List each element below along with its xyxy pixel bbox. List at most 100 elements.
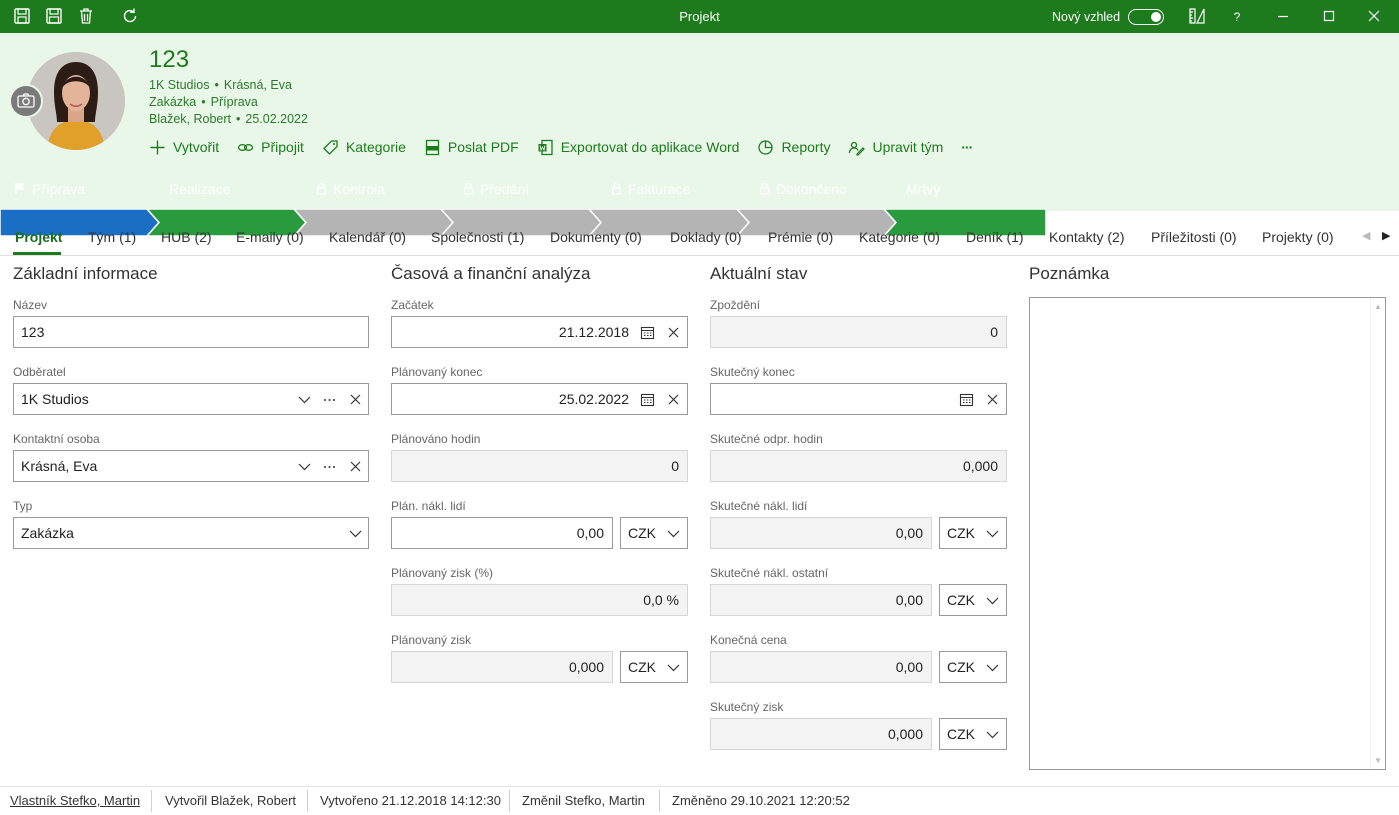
footer-divider: [307, 790, 308, 812]
tab-scroll-left-icon[interactable]: ◀: [1362, 229, 1370, 242]
tab-emaily[interactable]: E-maily (0): [236, 229, 304, 245]
connect-button[interactable]: Připojit: [237, 139, 304, 156]
help-button[interactable]: ?: [1226, 6, 1248, 28]
stage-2[interactable]: Realizace: [169, 176, 230, 203]
save-icon[interactable]: [45, 7, 63, 25]
stage-7[interactable]: Mrtvý: [906, 176, 940, 203]
chevron-down-icon[interactable]: [297, 392, 312, 407]
tab-spolecnosti[interactable]: Společnosti (1): [431, 229, 524, 245]
planned-profit-pct-value: 0,0 %: [643, 592, 679, 608]
bullet-separator: •: [235, 112, 241, 126]
type-select[interactable]: Zakázka: [13, 517, 369, 549]
tab-scroll-right-icon[interactable]: ▶: [1382, 229, 1390, 242]
note-textarea[interactable]: ▲ ▼: [1029, 297, 1386, 770]
tab-hub[interactable]: HUB (2): [161, 229, 212, 245]
close-icon[interactable]: [1365, 7, 1383, 25]
planned-cost-field[interactable]: 0,00: [391, 517, 613, 549]
note-scrollbar[interactable]: ▲ ▼: [1370, 298, 1385, 769]
actual-cost-people-field: 0,00: [710, 517, 932, 549]
more-icon[interactable]: [322, 459, 337, 474]
create-button[interactable]: Vytvořit: [149, 139, 219, 156]
actual-end-field[interactable]: [710, 383, 1007, 415]
chevron-down-icon: [986, 664, 999, 672]
scroll-down-icon[interactable]: ▼: [1374, 756, 1382, 765]
clear-icon[interactable]: [348, 459, 363, 474]
tab-projekty[interactable]: Projekty (0): [1262, 229, 1334, 245]
delete-icon[interactable]: [77, 7, 95, 25]
chevron-down-icon[interactable]: [348, 526, 363, 541]
calendar-icon[interactable]: [959, 392, 974, 407]
clear-icon[interactable]: [666, 325, 681, 340]
stage-1[interactable]: Příprava: [14, 176, 85, 203]
actual-profit-currency-select[interactable]: CZK: [939, 718, 1007, 750]
delay-value: 0: [990, 324, 998, 340]
calendar-icon[interactable]: [640, 325, 655, 340]
type-value: Zakázka: [21, 525, 74, 541]
customer-field[interactable]: 1K Studios: [13, 383, 369, 415]
actual-cost-other-value: 0,00: [895, 592, 923, 608]
name-field[interactable]: 123: [13, 316, 369, 348]
calendar-icon[interactable]: [640, 392, 655, 407]
footer-divider: [151, 790, 152, 812]
clear-icon[interactable]: [348, 392, 363, 407]
actual-end-label: Skutečný konec: [710, 365, 795, 379]
more-icon[interactable]: [322, 392, 337, 407]
tab-dokumenty[interactable]: Dokumenty (0): [550, 229, 642, 245]
clear-icon[interactable]: [666, 392, 681, 407]
stage-6[interactable]: Dokončeno: [759, 176, 847, 203]
new-look-toggle[interactable]: [1128, 9, 1164, 25]
reports-button[interactable]: Reporty: [757, 139, 830, 156]
planned-end-field[interactable]: 25.02.2022: [391, 383, 688, 415]
stage-label: Předání: [480, 181, 530, 197]
bullet-separator: •: [214, 78, 219, 92]
lock-icon: [316, 182, 327, 195]
lock-icon: [611, 182, 622, 195]
tab-premie[interactable]: Prémie (0): [768, 229, 833, 245]
refresh-icon[interactable]: [121, 7, 139, 25]
stage-4[interactable]: Předání: [463, 176, 529, 203]
scroll-up-icon[interactable]: ▲: [1374, 302, 1382, 311]
export-word-label: Exportovat do aplikace Word: [560, 139, 740, 155]
tab-kalendar[interactable]: Kalendář (0): [329, 229, 406, 245]
chevron-down-icon[interactable]: [297, 459, 312, 474]
tab-doklady[interactable]: Doklady (0): [670, 229, 742, 245]
export-word-button[interactable]: Exportovat do aplikace Word: [537, 139, 740, 156]
maximize-icon[interactable]: [1320, 7, 1338, 25]
save-close-icon[interactable]: [13, 7, 31, 25]
owner-link[interactable]: Vlastník Stefko, Martin: [10, 793, 140, 808]
final-price-currency-select[interactable]: CZK: [939, 651, 1007, 683]
change-photo-button[interactable]: [9, 84, 43, 118]
tab-denik[interactable]: Deník (1): [966, 229, 1024, 245]
category-button[interactable]: Kategorie: [322, 139, 406, 156]
tab-kategorie[interactable]: Kategorie (0): [859, 229, 940, 245]
minimize-icon[interactable]: [1274, 7, 1292, 25]
tab-prilezitosti[interactable]: Příležitosti (0): [1151, 229, 1237, 245]
title-bar: Projekt Nový vzhled ?: [0, 0, 1399, 33]
planned-hours-label: Plánováno hodin: [391, 432, 481, 446]
more-actions-button[interactable]: ···: [961, 139, 973, 155]
contact-field[interactable]: Krásná, Eva: [13, 450, 369, 482]
planned-profit-value: 0,000: [568, 659, 604, 675]
tab-tym[interactable]: Tým (1): [88, 229, 136, 245]
ruler-icon[interactable]: [1188, 7, 1206, 25]
planned-profit-currency: CZK: [628, 659, 656, 675]
stage-label: Dokončeno: [776, 181, 847, 197]
stage-5[interactable]: Fakturace: [611, 176, 690, 203]
actual-cost-other-currency-select[interactable]: CZK: [939, 584, 1007, 616]
clear-icon[interactable]: [985, 392, 1000, 407]
changed-by: Změnil Stefko, Martin: [522, 793, 645, 808]
start-date-field[interactable]: 21.12.2018: [391, 316, 688, 348]
edit-team-button[interactable]: Upravit tým: [848, 139, 943, 156]
tab-kontakty[interactable]: Kontakty (2): [1049, 229, 1124, 245]
chevron-down-icon: [667, 530, 680, 538]
planned-profit-currency-select[interactable]: CZK: [620, 651, 688, 683]
actual-cost-people-currency-select[interactable]: CZK: [939, 517, 1007, 549]
header-line-customer: 1K Studios • Krásná, Eva: [149, 78, 292, 92]
action-bar: Vytvořit Připojit Kategorie Poslat PDF E…: [149, 137, 990, 157]
planned-cost-currency-select[interactable]: CZK: [620, 517, 688, 549]
tab-projekt[interactable]: Projekt: [15, 229, 62, 245]
stage-3[interactable]: Kontrola: [316, 176, 385, 203]
send-pdf-label: Poslat PDF: [447, 139, 519, 155]
planned-cost-currency: CZK: [628, 525, 656, 541]
send-pdf-button[interactable]: Poslat PDF: [424, 139, 519, 156]
